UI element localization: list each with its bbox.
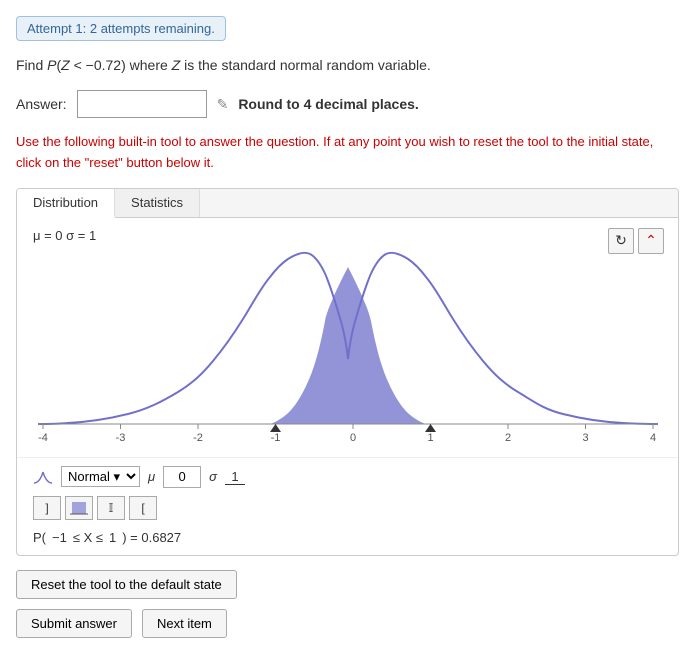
answer-label: Answer: xyxy=(16,96,67,112)
svg-text:-3: -3 xyxy=(115,432,125,444)
reset-button[interactable]: Reset the tool to the default state xyxy=(16,570,237,599)
tab-distribution[interactable]: Distribution xyxy=(17,189,115,218)
curve-icon xyxy=(33,470,53,484)
prob-middle: ≤ X ≤ xyxy=(73,530,103,545)
answer-row: Answer: ✎ Round to 4 decimal places. xyxy=(16,90,679,118)
interval-btn-middle[interactable] xyxy=(65,496,93,520)
next-item-button[interactable]: Next item xyxy=(142,609,227,638)
interval-buttons: ] 𝕀 [ xyxy=(17,492,678,526)
sigma-param-label: σ xyxy=(209,469,217,484)
svg-text:-1: -1 xyxy=(270,432,280,444)
answer-input[interactable] xyxy=(77,90,207,118)
mu-param-input[interactable] xyxy=(163,466,201,488)
svg-text:1: 1 xyxy=(427,432,433,444)
pencil-icon: ✎ xyxy=(217,96,229,113)
svg-text:3: 3 xyxy=(582,432,588,444)
prob-lower: −1 xyxy=(52,530,67,545)
distribution-chart: -4 -3 -2 -1 0 1 2 3 4 xyxy=(38,249,658,449)
svg-text:0: 0 xyxy=(349,432,355,444)
mu-param-label: μ xyxy=(148,469,155,484)
tool-tabs: Distribution Statistics xyxy=(17,189,678,218)
sigma-param-value: 1 xyxy=(225,469,245,485)
question-text: Find P(Z < −0.72) where Z is the standar… xyxy=(16,55,679,76)
interval-btn-left[interactable]: ] xyxy=(33,496,61,520)
reset-button-container: Reset the tool to the default state xyxy=(16,570,679,599)
submit-button[interactable]: Submit answer xyxy=(16,609,132,638)
svg-text:4: 4 xyxy=(649,432,655,444)
reset-icon-btn[interactable]: ↻ xyxy=(608,228,634,254)
prob-right: ) = 0.6827 xyxy=(122,530,181,545)
svg-text:-2: -2 xyxy=(193,432,203,444)
tool-container: Distribution Statistics μ = 0 σ = 1 ↻ ⌃ … xyxy=(16,188,679,556)
distribution-select[interactable]: Normal ▾ xyxy=(61,466,140,487)
triangle-icon-btn[interactable]: ⌃ xyxy=(638,228,664,254)
chart-area: μ = 0 σ = 1 ↻ ⌃ -4 -3 -2 xyxy=(17,218,678,457)
mu-sigma-label: μ = 0 σ = 1 xyxy=(33,228,662,243)
instruction-text: Use the following built-in tool to answe… xyxy=(16,132,679,174)
prob-upper: 1 xyxy=(109,530,116,545)
controls-row: Normal ▾ μ σ 1 xyxy=(17,457,678,492)
prob-left-paren: P( xyxy=(33,530,46,545)
svg-text:2: 2 xyxy=(504,432,510,444)
prob-row: P( −1 ≤ X ≤ 1 ) = 0.6827 xyxy=(17,526,678,555)
interval-btn-far-right[interactable]: [ xyxy=(129,496,157,520)
interval-btn-right[interactable]: 𝕀 xyxy=(97,496,125,520)
attempt-badge: Attempt 1: 2 attempts remaining. xyxy=(16,16,226,41)
tab-statistics[interactable]: Statistics xyxy=(115,189,200,217)
chart-icons: ↻ ⌃ xyxy=(608,228,664,254)
round-instruction: Round to 4 decimal places. xyxy=(238,96,419,112)
svg-text:-4: -4 xyxy=(38,432,48,444)
bottom-row: Submit answer Next item xyxy=(16,609,679,638)
